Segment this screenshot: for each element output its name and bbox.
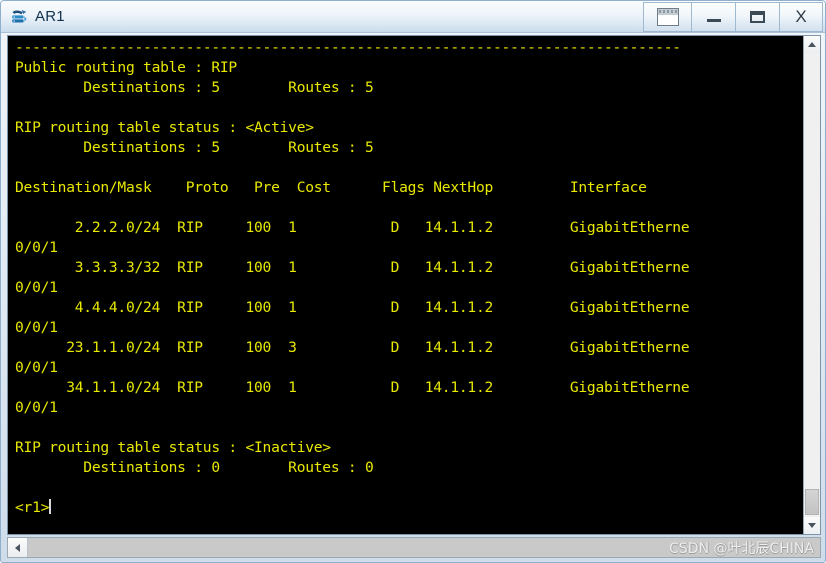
terminal-line: 2.2.2.0/24 RIP 100 1 D 14.1.1.2 GigabitE… xyxy=(15,219,690,236)
title-bar-left: AR1 xyxy=(9,7,643,27)
vertical-scroll-thumb[interactable] xyxy=(805,489,819,515)
scroll-up-button[interactable] xyxy=(804,36,820,53)
scroll-left-button[interactable] xyxy=(8,538,28,557)
terminal-line: 34.1.1.0/24 RIP 100 1 D 14.1.1.2 Gigabit… xyxy=(15,379,690,396)
terminal-output[interactable]: ----------------------------------------… xyxy=(8,36,803,534)
restore-panel-button[interactable] xyxy=(643,1,691,32)
terminal-line: RIP routing table status : <Inactive> xyxy=(15,439,331,456)
terminal-line: <r1> xyxy=(15,499,52,516)
chevron-up-icon xyxy=(808,42,816,47)
close-button[interactable]: X xyxy=(779,1,823,32)
router-icon xyxy=(9,7,29,27)
panel-icon xyxy=(656,7,679,26)
terminal-line: 0/0/1 xyxy=(15,319,58,336)
chevron-down-icon xyxy=(808,523,816,528)
emulator-window: AR1 X ----------------------------------… xyxy=(0,0,826,563)
terminal-line: Public routing table : RIP xyxy=(15,59,237,76)
chevron-left-icon xyxy=(15,543,20,552)
terminal-line: 0/0/1 xyxy=(15,279,58,296)
horizontal-scroll-track[interactable] xyxy=(28,538,820,557)
terminal-line: Destination/Mask Proto Pre Cost Flags Ne… xyxy=(15,179,647,196)
terminal-line: 3.3.3.3/32 RIP 100 1 D 14.1.1.2 GigabitE… xyxy=(15,259,690,276)
vertical-scroll-track[interactable] xyxy=(804,53,820,517)
vertical-scrollbar[interactable] xyxy=(803,36,820,534)
terminal-line: Destinations : 5 Routes : 5 xyxy=(15,79,374,96)
terminal-line: Destinations : 5 Routes : 5 xyxy=(15,139,374,156)
terminal-line: Destinations : 0 Routes : 0 xyxy=(15,459,374,476)
minimize-button[interactable] xyxy=(691,1,735,32)
terminal-line: ----------------------------------------… xyxy=(15,39,681,56)
minimize-icon xyxy=(706,18,721,22)
maximize-icon xyxy=(750,10,765,23)
close-icon: X xyxy=(795,7,807,26)
terminal-line: 0/0/1 xyxy=(15,359,58,376)
terminal-line: 23.1.1.0/24 RIP 100 3 D 14.1.1.2 Gigabit… xyxy=(15,339,690,356)
horizontal-scrollbar[interactable]: CSDN @叶北辰CHINA xyxy=(7,537,821,558)
window-controls: X xyxy=(643,1,823,32)
client-area: ----------------------------------------… xyxy=(1,33,825,562)
title-bar: AR1 X xyxy=(1,1,825,33)
scroll-down-button[interactable] xyxy=(804,517,820,534)
terminal-line: RIP routing table status : <Active> xyxy=(15,119,314,136)
maximize-button[interactable] xyxy=(735,1,779,32)
terminal-line: 0/0/1 xyxy=(15,399,58,416)
terminal-line: 0/0/1 xyxy=(15,239,58,256)
terminal-line: 4.4.4.0/24 RIP 100 1 D 14.1.1.2 GigabitE… xyxy=(15,299,690,316)
window-title: AR1 xyxy=(35,8,65,25)
terminal-frame: ----------------------------------------… xyxy=(7,35,821,535)
terminal-text: ----------------------------------------… xyxy=(15,38,803,518)
text-cursor xyxy=(49,499,52,514)
